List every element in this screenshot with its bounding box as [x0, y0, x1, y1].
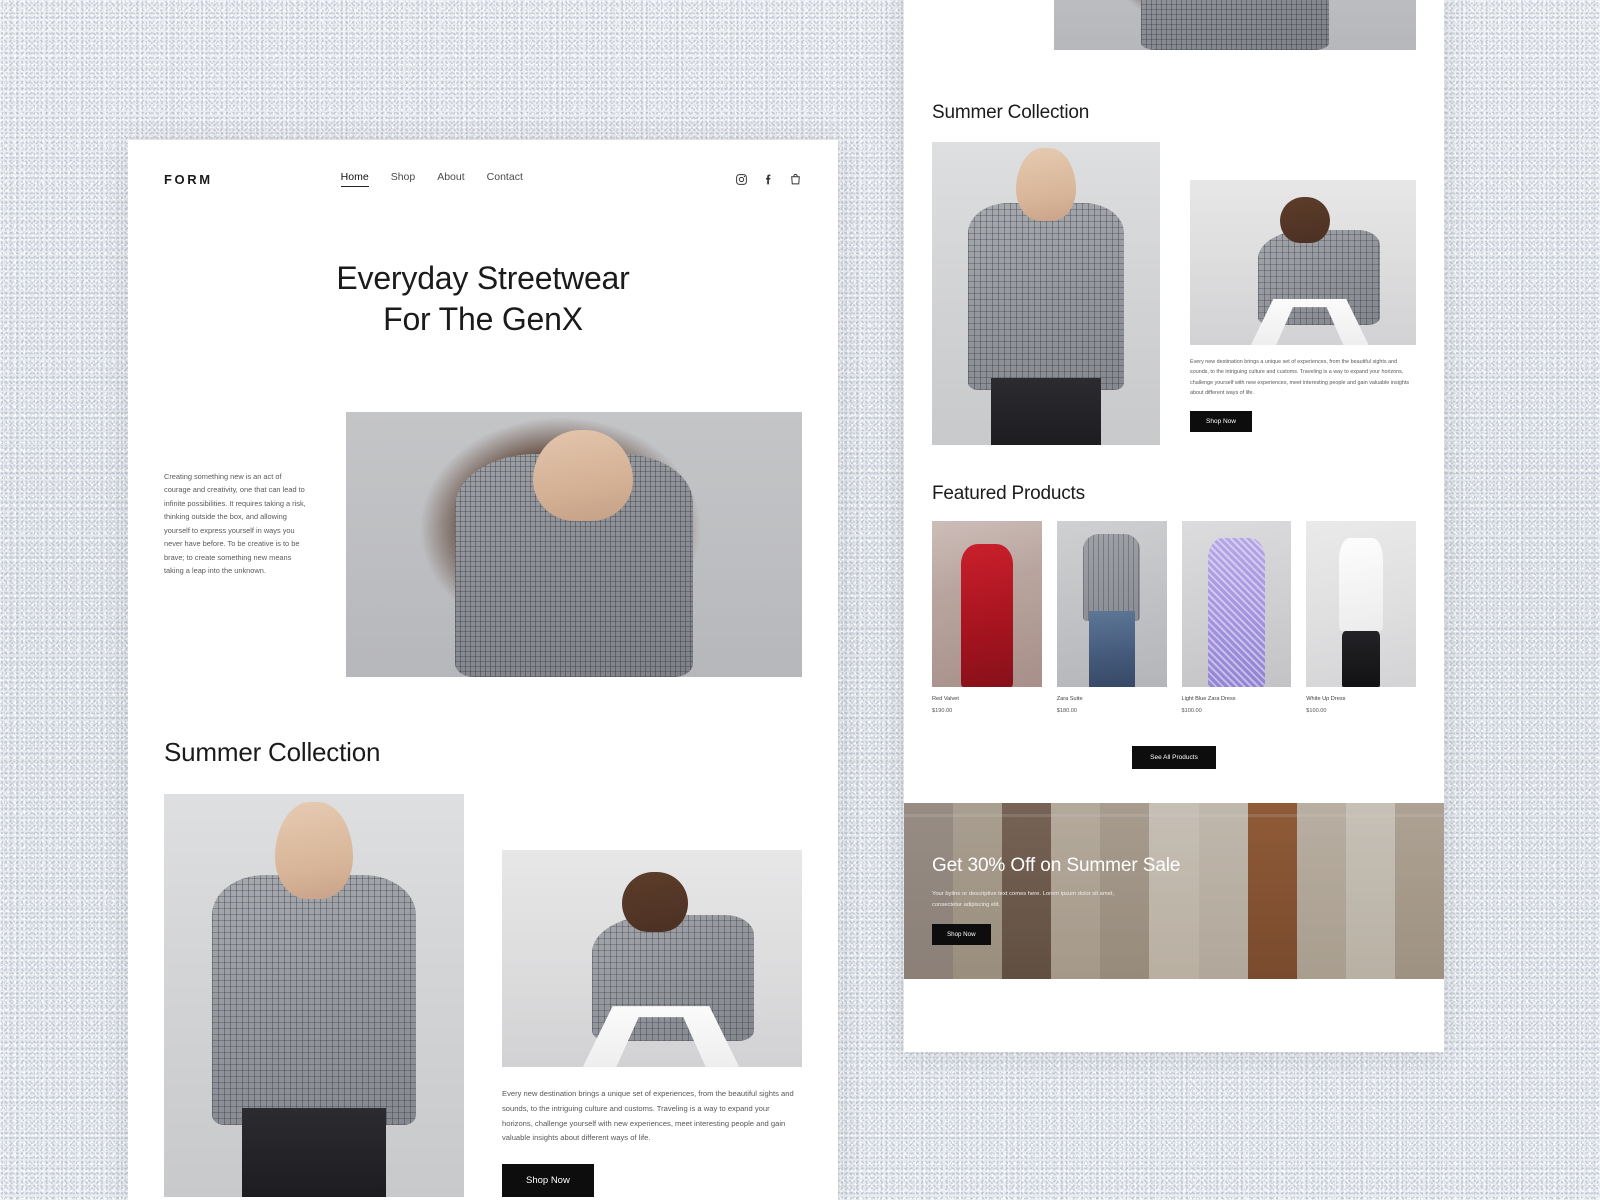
brand-logo[interactable]: FORM: [164, 172, 213, 187]
product-price: $190.00: [932, 708, 953, 714]
product-card[interactable]: Zara Suite $180.00: [1056, 521, 1167, 714]
product-name: White Up Dress: [1306, 696, 1346, 702]
rp-intro-paragraph-tail: yourself to express yourself in ways you…: [932, 0, 1028, 50]
facebook-icon[interactable]: [762, 173, 775, 186]
product-image: [1181, 521, 1292, 687]
product-image: [1306, 521, 1416, 687]
product-name: Zara Suite: [1056, 696, 1083, 702]
featured-products-grid: Red Valvet $190.00 Zara Suite $180.00 Li…: [904, 521, 1444, 714]
collection-side-image: [502, 849, 802, 1067]
desktop-mockup-top: FORM Home Shop About Contact Everyday St…: [128, 140, 838, 1200]
collection-side: Every new destination brings a unique se…: [502, 794, 802, 1198]
hero-heading: Everyday Streetwear For The GenX: [168, 258, 798, 340]
rp-collection-paragraph: Every new destination brings a unique se…: [1190, 359, 1410, 397]
collection-heading-wrap: Summer Collection: [128, 677, 838, 794]
intro-paragraph: Creating something new is an act of cour…: [164, 471, 306, 576]
intro-section: Creating something new is an act of cour…: [128, 340, 838, 677]
product-name: Red Valvet: [932, 696, 959, 702]
instagram-icon[interactable]: [735, 173, 748, 186]
promo-banner: Get 30% Off on Summer Sale Your byline o…: [904, 803, 1444, 979]
product-card[interactable]: White Up Dress $100.00: [1306, 521, 1416, 714]
product-name: Light Blue Zara Dress: [1181, 696, 1236, 702]
product-card[interactable]: Red Valvet $190.00: [932, 521, 1042, 714]
rp-collection-side-image: [1190, 180, 1416, 345]
product-price: $100.00: [1181, 708, 1202, 714]
rp-shop-now-button[interactable]: Shop Now: [1190, 410, 1252, 432]
product-image: [1056, 521, 1167, 687]
promo-content: Get 30% Off on Summer Sale Your byline o…: [904, 803, 1444, 945]
see-all-products-wrap: See All Products: [904, 746, 1444, 769]
collection-main-image: [164, 793, 464, 1198]
nav-item-shop[interactable]: Shop: [391, 171, 416, 187]
featured-heading-wrap: Featured Products: [904, 445, 1444, 505]
promo-heading: Get 30% Off on Summer Sale: [932, 855, 1181, 876]
hero-section: Everyday Streetwear For The GenX: [128, 204, 838, 340]
mockup-stage: FORM Home Shop About Contact Everyday St…: [0, 0, 1600, 1200]
rp-collection-main-image: [932, 142, 1160, 445]
shopping-bag-icon[interactable]: [789, 173, 802, 186]
product-price: $100.00: [1306, 708, 1327, 714]
rp-collection-title: Summer Collection: [932, 102, 1090, 123]
featured-products-title: Featured Products: [932, 483, 1085, 504]
desktop-mockup-scrolled: yourself to express yourself in ways you…: [904, 0, 1444, 1052]
shop-now-button[interactable]: Shop Now: [502, 1164, 594, 1198]
product-price: $180.00: [1056, 708, 1077, 714]
nav-item-about[interactable]: About: [437, 171, 464, 187]
nav-item-home[interactable]: Home: [340, 171, 369, 187]
rp-collection-heading-wrap: Summer Collection: [904, 50, 1444, 124]
hero-heading-line1: Everyday Streetwear: [336, 260, 630, 296]
rp-intro-image: [1054, 0, 1416, 50]
nav-item-contact[interactable]: Contact: [487, 171, 523, 187]
rp-intro-section: yourself to express yourself in ways you…: [904, 0, 1444, 50]
main-navigation: Home Shop About Contact: [340, 171, 523, 187]
hero-heading-line2: For The GenX: [383, 300, 583, 337]
collection-section: Every new destination brings a unique se…: [128, 793, 838, 1198]
rp-collection-section: Every new destination brings a unique se…: [904, 142, 1444, 445]
collection-title: Summer Collection: [164, 736, 381, 767]
promo-shop-now-button[interactable]: Shop Now: [932, 924, 991, 945]
rp-collection-side: Every new destination brings a unique se…: [1190, 142, 1416, 445]
site-header: FORM Home Shop About Contact: [128, 154, 838, 204]
intro-hero-image: [346, 411, 802, 677]
promo-byline: Your byline or descriptive text comes he…: [932, 891, 1115, 908]
collection-paragraph: Every new destination brings a unique se…: [502, 1088, 794, 1143]
see-all-products-button[interactable]: See All Products: [1132, 746, 1216, 769]
product-image: [932, 521, 1042, 687]
product-card[interactable]: Light Blue Zara Dress $100.00: [1181, 521, 1292, 714]
header-icon-group: [735, 173, 802, 186]
